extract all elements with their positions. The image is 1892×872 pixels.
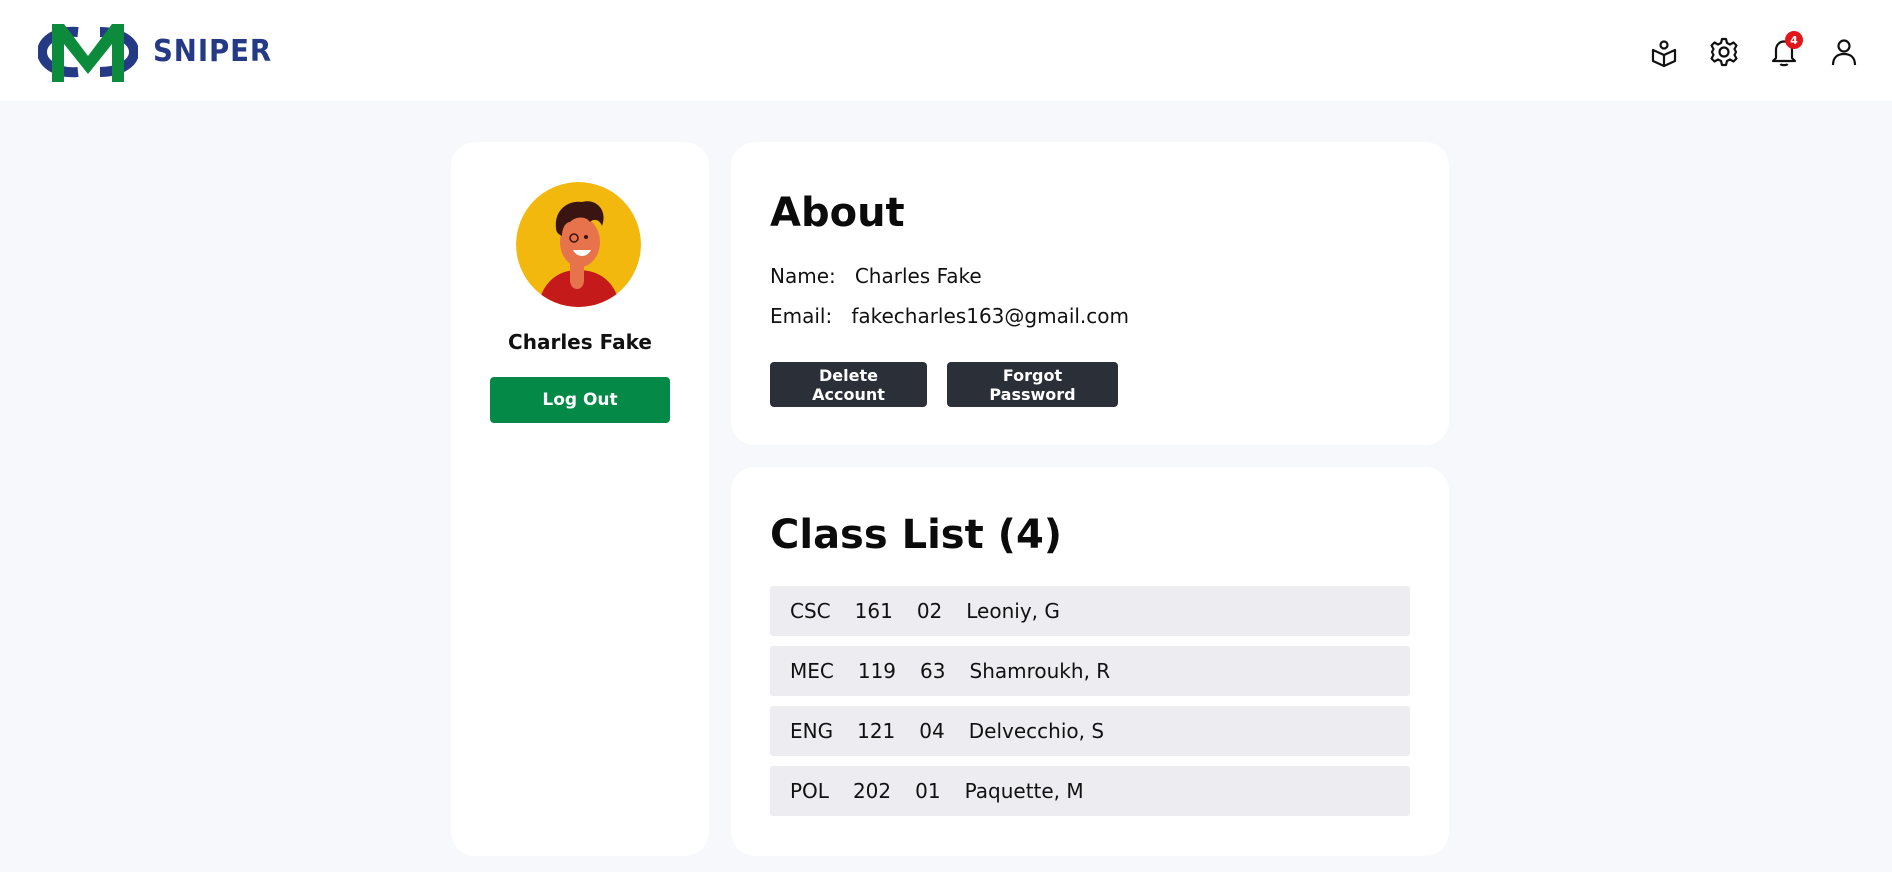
top-header: SNIPER 4 [0,0,1892,101]
bell-icon[interactable]: 4 [1768,31,1803,68]
class-number: 121 [857,719,896,743]
class-row[interactable]: MEC 119 63 Shamroukh, R [770,646,1410,696]
email-value: fakecharles163@gmail.com [851,304,1130,328]
name-label: Name: [770,264,836,288]
class-number: 202 [852,779,892,803]
about-card: About Name: Charles Fake Email: fakechar… [731,142,1449,445]
class-dept: CSC [790,599,831,623]
class-instructor: Leoniy, G [966,599,1060,623]
brand-name: SNIPER [153,34,273,69]
name-value: Charles Fake [854,264,982,288]
reader-icon[interactable] [1648,36,1680,68]
class-instructor: Paquette, M [964,779,1084,803]
class-dept: ENG [790,719,834,743]
about-title: About [770,190,905,236]
class-section: 01 [915,779,941,803]
email-row: Email: fakecharles163@gmail.com [770,304,1129,328]
forgot-password-button[interactable]: Forgot Password [947,362,1118,407]
name-row: Name: Charles Fake [770,264,982,288]
profile-card: Charles Fake Log Out [451,142,709,856]
avatar [516,182,641,307]
class-list-card: Class List (4) CSC 161 02 Leoniy, G MEC … [731,467,1449,856]
class-number: 119 [857,659,897,683]
notification-badge: 4 [1785,31,1803,49]
class-section: 63 [920,659,946,683]
class-list: CSC 161 02 Leoniy, G MEC 119 63 Shamrouk… [770,586,1410,826]
user-icon[interactable] [1828,36,1860,68]
logout-button[interactable]: Log Out [490,377,670,423]
settings-icon[interactable] [1708,36,1740,68]
class-row[interactable]: POL 202 01 Paquette, M [770,766,1410,816]
delete-account-button[interactable]: Delete Account [770,362,927,407]
class-instructor: Shamroukh, R [969,659,1111,683]
class-dept: MEC [790,659,834,683]
class-number: 161 [854,599,893,623]
class-row[interactable]: ENG 121 04 Delvecchio, S [770,706,1410,756]
class-section: 02 [916,599,943,623]
class-row[interactable]: CSC 161 02 Leoniy, G [770,586,1410,636]
class-list-title: Class List (4) [770,512,1063,558]
email-label: Email: [770,304,833,328]
profile-name: Charles Fake [508,330,652,354]
class-section: 04 [919,719,945,743]
class-dept: POL [790,779,829,803]
mc-logo[interactable] [38,20,138,84]
class-instructor: Delvecchio, S [968,719,1105,743]
